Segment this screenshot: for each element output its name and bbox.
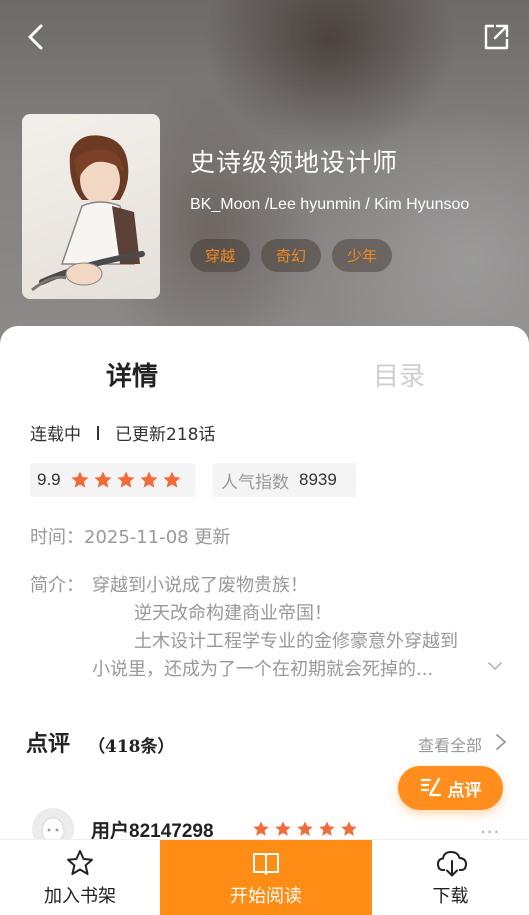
reviews-count: （418条） xyxy=(88,737,175,757)
write-review-button[interactable]: 点评 xyxy=(398,766,503,810)
star-icon xyxy=(162,470,182,490)
intro-line: 逆天改命构建商业帝国！ xyxy=(134,603,332,624)
star-icon xyxy=(296,820,314,838)
download-button[interactable]: 下载 xyxy=(372,840,529,915)
bottom-action-bar: 加入书架 开始阅读 下载 xyxy=(0,839,529,915)
popularity-label: 人气指数 xyxy=(221,472,289,493)
rating-score: 9.9 xyxy=(37,470,61,489)
tag-chip[interactable]: 少年 xyxy=(332,239,393,272)
star-outline-icon xyxy=(65,848,95,878)
intro-line: 穿越到小说成了废物贵族！ xyxy=(92,575,308,596)
star-icon xyxy=(93,470,113,490)
chevron-down-icon[interactable] xyxy=(486,657,504,675)
write-review-label: 点评 xyxy=(447,780,482,801)
serial-state: 连载中 xyxy=(30,425,81,445)
star-icon xyxy=(70,470,90,490)
tab-detail-label: 详情 xyxy=(106,362,159,392)
tag-chip[interactable]: 奇幻 xyxy=(261,239,322,272)
popularity-box: 人气指数 8939 xyxy=(213,463,356,497)
start-reading-button[interactable]: 开始阅读 xyxy=(160,840,372,915)
popularity-value: 8939 xyxy=(299,470,337,489)
status-divider xyxy=(97,425,99,440)
detail-sheet: 详情 目录 连载中 已更新218话 9.9 人气指数 8939 时间：2025-… xyxy=(0,326,529,850)
chevron-right-icon[interactable] xyxy=(494,732,508,752)
start-reading-label: 开始阅读 xyxy=(230,886,302,907)
book-title: 史诗级领地设计师 xyxy=(190,148,399,177)
intro-line: 小说里，还成为了一个在初期就会死掉的... xyxy=(92,659,434,680)
rating-stars xyxy=(70,470,182,490)
intro-line: 土木设计工程学专业的金修豪意外穿越到 xyxy=(134,631,458,652)
see-all-link[interactable]: 查看全部 xyxy=(418,732,482,756)
download-label: 下载 xyxy=(432,886,469,907)
back-icon[interactable] xyxy=(22,22,52,52)
star-icon xyxy=(252,820,270,838)
star-icon xyxy=(274,820,292,838)
book-cover[interactable] xyxy=(22,114,160,299)
add-to-shelf-label: 加入书架 xyxy=(44,886,116,907)
star-icon xyxy=(139,470,159,490)
reviews-title: 点评 xyxy=(26,731,71,757)
tag-chip[interactable]: 穿越 xyxy=(190,239,251,272)
update-time: 时间：2025-11-08 更新 xyxy=(30,527,231,548)
tab-detail[interactable]: 详情 xyxy=(106,356,159,393)
tab-toc[interactable]: 目录 xyxy=(373,356,425,393)
book-icon xyxy=(251,848,281,878)
rating-box: 9.9 xyxy=(30,463,195,497)
share-icon[interactable] xyxy=(481,22,511,52)
book-tags: 穿越 奇幻 少年 xyxy=(190,239,393,272)
review-stars xyxy=(252,820,358,838)
serial-status: 连载中 已更新218话 xyxy=(30,420,215,445)
chapter-count: 已更新218话 xyxy=(115,425,216,445)
star-icon xyxy=(318,820,336,838)
edit-icon xyxy=(420,775,442,801)
add-to-shelf-button[interactable]: 加入书架 xyxy=(0,840,160,915)
cloud-download-icon xyxy=(436,848,467,878)
star-icon xyxy=(340,820,358,838)
intro-label: 简介： xyxy=(30,575,84,596)
star-icon xyxy=(116,470,136,490)
book-authors: BK_Moon /Lee hyunmin / Kim Hyunsoo xyxy=(190,196,470,213)
